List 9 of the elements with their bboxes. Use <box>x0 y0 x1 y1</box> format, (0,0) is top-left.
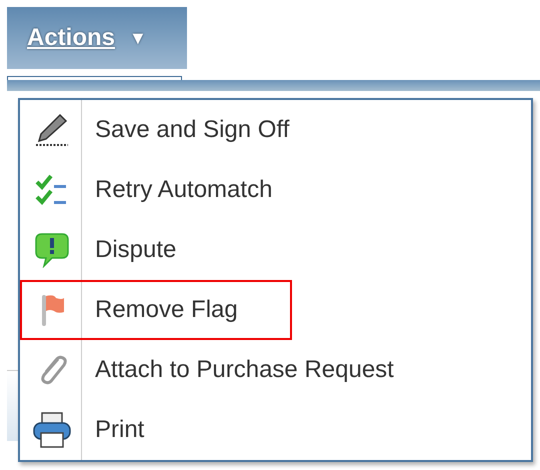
menu-item[interactable]: Remove Flag <box>20 280 292 340</box>
speech-bubble-icon <box>34 232 70 268</box>
printer-icon <box>32 411 72 449</box>
menu-item[interactable]: Save and Sign Off <box>20 100 531 160</box>
menu-item[interactable]: Print <box>20 400 531 460</box>
menu-item[interactable]: Attach to Purchase Request <box>20 340 531 400</box>
menu-item[interactable]: Dispute <box>20 220 531 280</box>
menu-item[interactable]: Retry Automatch <box>20 160 531 220</box>
pen-icon <box>34 113 70 147</box>
